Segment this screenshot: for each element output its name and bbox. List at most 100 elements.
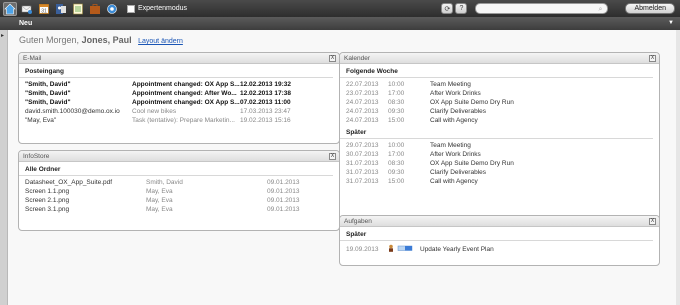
email-date: 12.02.2013 17:38 — [240, 90, 291, 97]
appointment-time: 09:30 — [388, 108, 405, 115]
email-sender: david.smith.100030@demo.ox.io — [25, 108, 120, 115]
vertical-scrollbar[interactable] — [676, 30, 680, 305]
appointment-title: Team Meeting — [430, 81, 471, 88]
sidebar-collapse-strip[interactable]: ▸ — [0, 30, 8, 305]
file-date: 09.01.2013 — [267, 206, 300, 213]
email-sender: "Smith, David" — [25, 81, 71, 88]
calendar-list-item[interactable]: 31.07.2013 08:30 OX App Suite Demo Dry Run — [346, 159, 659, 168]
infostore-widget-title: InfoStore — [23, 153, 50, 160]
calendar-list-item[interactable]: 30.07.2013 17:00 After Work Drinks — [346, 150, 659, 159]
file-name: Screen 3.1.png — [25, 206, 70, 213]
file-owner: Smith, David — [146, 179, 183, 186]
change-layout-link[interactable]: Layout ändern — [138, 38, 183, 45]
appointment-time: 08:30 — [388, 99, 405, 106]
search-input[interactable]: ⌕ — [475, 3, 609, 14]
appointment-date: 31.07.2013 — [346, 169, 379, 176]
calendar-list-item[interactable]: 31.07.2013 09:30 Clarify Deliverables — [346, 168, 659, 177]
contacts-icon[interactable] — [54, 2, 68, 16]
calendar-list-item[interactable]: 31.07.2013 15:00 Call with Agency — [346, 177, 659, 186]
infostore-list-item[interactable]: Datasheet_OX_App_Suite.pdf Smith, David 09… — [25, 178, 339, 187]
file-name: Datasheet_OX_App_Suite.pdf — [25, 179, 113, 186]
task-list-item[interactable]: 19.09.2013 Update Yearly Event Plan — [346, 243, 659, 255]
page-titlebar: Neu ▼ — [0, 17, 680, 30]
calendar-list-item[interactable]: 24.07.2013 15:00 Call with Agency — [346, 116, 659, 125]
file-date: 09.01.2013 — [267, 188, 300, 195]
greeting-prefix: Guten Morgen, — [19, 35, 80, 45]
file-owner: May, Eva — [146, 188, 173, 195]
file-name: Screen 2.1.png — [25, 197, 70, 204]
infostore-list-item[interactable]: Screen 3.1.png May, Eva 09.01.2013 — [25, 205, 339, 214]
calendar-icon[interactable]: 31 — [37, 2, 51, 16]
email-list-item[interactable]: "Smith, David" Appointment changed: OX Ap… — [25, 80, 339, 89]
calendar-list-item[interactable]: 23.07.2013 17:00 After Work Drinks — [346, 89, 659, 98]
tasks-list: 19.09.2013 Update Yearly Event Plan — [340, 241, 659, 255]
tasks-section-later: Später — [340, 227, 653, 241]
help-button[interactable]: ? — [455, 3, 468, 14]
chevron-down-icon[interactable]: ▼ — [668, 17, 674, 30]
home-icon[interactable] — [3, 1, 17, 16]
appointment-title: After Work Drinks — [430, 90, 481, 97]
email-widget-header: E-Mail X — [19, 53, 339, 64]
refresh-button[interactable]: ⟳ — [441, 3, 454, 14]
appointment-title: Call with Agency — [430, 117, 478, 124]
email-date: 12.02.2013 19:32 — [240, 81, 291, 88]
infostore-section-all-folders: Alle Ordner — [19, 162, 333, 176]
close-icon[interactable]: X — [649, 55, 656, 62]
appointment-date: 22.07.2013 — [346, 81, 379, 88]
logout-button[interactable]: Abmelden — [625, 3, 675, 14]
infostore-list: Datasheet_OX_App_Suite.pdf Smith, David 09… — [19, 176, 339, 214]
email-date: 07.02.2013 11:00 — [240, 99, 291, 106]
file-owner: May, Eva — [146, 197, 173, 204]
task-date: 19.09.2013 — [346, 245, 379, 253]
mail-icon[interactable] — [20, 2, 34, 16]
svg-text:31: 31 — [41, 8, 47, 14]
user-name: Jones, Paul — [81, 35, 132, 45]
appointment-date: 31.07.2013 — [346, 160, 379, 167]
email-list: "Smith, David" Appointment changed: OX Ap… — [19, 78, 339, 125]
expert-mode-checkbox[interactable] — [127, 4, 135, 13]
task-participants-icon — [388, 244, 420, 254]
calendar-list-item[interactable]: 29.07.2013 10:00 Team Meeting — [346, 141, 659, 150]
appointment-time: 08:30 — [388, 160, 405, 167]
calendar-list-item[interactable]: 22.07.2013 10:00 Team Meeting — [346, 80, 659, 89]
email-list-item[interactable]: "Smith, David" Appointment changed: OX Ap… — [25, 98, 339, 107]
expert-mode-toggle[interactable]: Expertenmodus — [127, 4, 188, 13]
email-subject: Appointment changed: After Wo... — [132, 90, 237, 97]
appointment-date: 31.07.2013 — [346, 178, 379, 185]
calendar-widget: Kalender X Folgende Woche 22.07.2013 10:00… — [339, 52, 660, 238]
appointment-date: 23.07.2013 — [346, 90, 379, 97]
appointment-title: After Work Drinks — [430, 151, 481, 158]
infostore-icon[interactable] — [88, 2, 102, 16]
infostore-widget: InfoStore X Alle Ordner Datasheet_OX_App… — [18, 150, 340, 231]
email-subject: Task (tentative): Prepare Marketin... — [132, 117, 235, 124]
settings-icon[interactable] — [105, 2, 119, 16]
close-icon[interactable]: X — [649, 218, 656, 225]
greeting: Guten Morgen, Jones, Paul Layout ändern — [19, 35, 183, 45]
file-name: Screen 1.1.png — [25, 188, 70, 195]
close-icon[interactable]: X — [329, 55, 336, 62]
close-icon[interactable]: X — [329, 153, 336, 160]
appointment-title: Call with Agency — [430, 178, 478, 185]
file-date: 09.01.2013 — [267, 197, 300, 204]
search-icon[interactable]: ⌕ — [599, 5, 603, 14]
email-list-item[interactable]: "May, Eva" Task (tentative): Prepare Mark… — [25, 116, 339, 125]
email-sender: "Smith, David" — [25, 90, 71, 97]
expert-mode-label: Expertenmodus — [138, 5, 188, 12]
tasks-widget-title: Aufgaben — [344, 218, 372, 225]
calendar-widget-header: Kalender X — [340, 53, 659, 64]
email-list-item[interactable]: "Smith, David" Appointment changed: After… — [25, 89, 339, 98]
infostore-list-item[interactable]: Screen 2.1.png May, Eva 09.01.2013 — [25, 196, 339, 205]
expand-sidebar-icon[interactable]: ▸ — [1, 32, 4, 39]
infostore-list-item[interactable]: Screen 1.1.png May, Eva 09.01.2013 — [25, 187, 339, 196]
email-subject: Appointment changed: OX App S... — [132, 81, 240, 88]
appointment-title: OX App Suite Demo Dry Run — [430, 160, 514, 167]
calendar-list-item[interactable]: 24.07.2013 09:30 Clarify Deliverables — [346, 107, 659, 116]
appointment-time: 10:00 — [388, 142, 405, 149]
appointment-title: Clarify Deliverables — [430, 108, 486, 115]
email-subject: Appointment changed: OX App S... — [132, 99, 240, 106]
calendar-list-item[interactable]: 24.07.2013 08:30 OX App Suite Demo Dry Run — [346, 98, 659, 107]
appointment-title: Clarify Deliverables — [430, 169, 486, 176]
calendar-section-rows: 29.07.2013 10:00 Team Meeting 30.07.2013 17:… — [340, 139, 659, 186]
tasks-icon[interactable] — [71, 2, 85, 16]
email-list-item[interactable]: david.smith.100030@demo.ox.io Cool new bi… — [25, 107, 339, 116]
